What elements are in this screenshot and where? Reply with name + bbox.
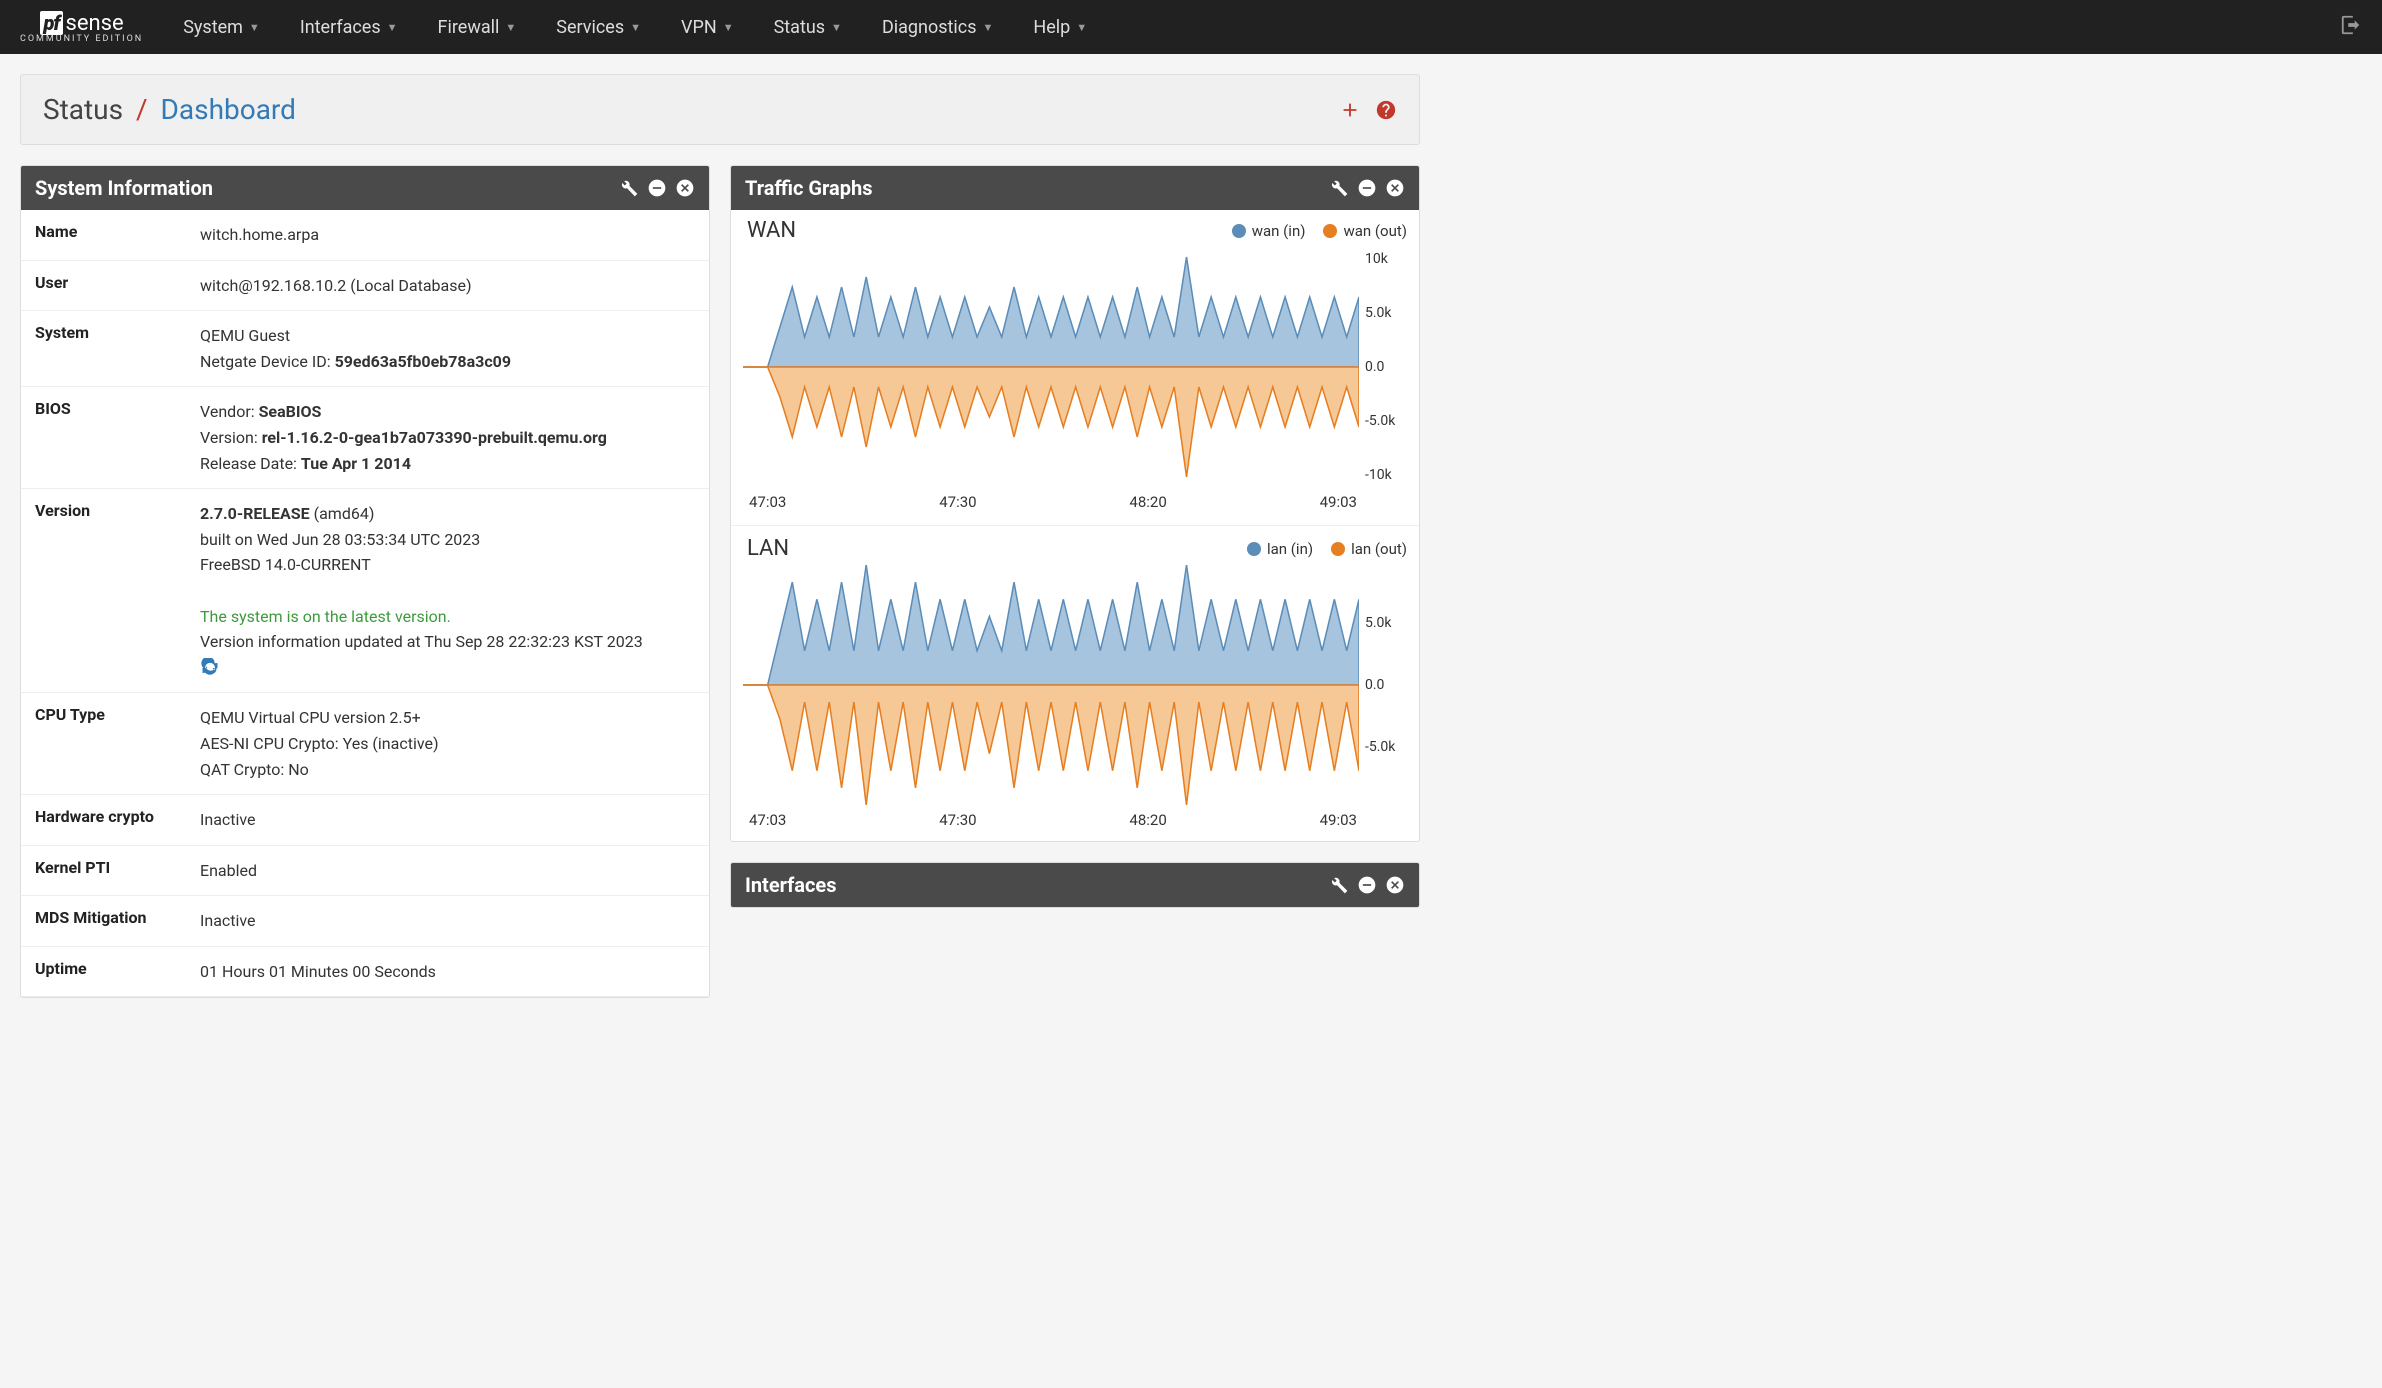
nav-items: System▼ Interfaces▼ Firewall▼ Services▼ … [183,17,2340,38]
legend-out-label: lan (out) [1351,540,1407,558]
close-icon[interactable] [675,178,695,198]
panel-title: Interfaces [745,873,837,897]
add-widget-button[interactable] [1339,99,1361,121]
caret-down-icon: ▼ [387,21,398,34]
traffic-graph-lan: LAN lan (in) lan (out) 5.0k 0.0 -5.0k [731,528,1419,841]
breadcrumb-root[interactable]: Status [43,93,123,126]
refresh-icon[interactable] [200,658,220,678]
table-row: User witch@192.168.10.2 (Local Database) [21,260,709,311]
row-label: CPU Type [21,693,186,795]
wrench-icon[interactable] [1329,875,1349,895]
logout-button[interactable] [2340,14,2362,40]
row-label: Name [21,210,186,260]
y-axis: 10k 5.0k 0.0 -5.0k -10k [1359,247,1407,487]
wan-chart [743,247,1359,487]
row-label: System [21,311,186,387]
minimize-icon[interactable] [1357,875,1377,895]
row-label: User [21,260,186,311]
system-info-table: Name witch.home.arpa User witch@192.168.… [21,210,709,997]
table-row: BIOS Vendor: SeaBIOS Version: rel-1.16.2… [21,387,709,489]
row-value: Enabled [186,845,709,896]
breadcrumb-bar: Status / Dashboard [20,74,1420,145]
table-row: Kernel PTI Enabled [21,845,709,896]
row-label: BIOS [21,387,186,489]
legend-in-label: lan (in) [1267,540,1313,558]
caret-down-icon: ▼ [723,21,734,34]
nav-help[interactable]: Help▼ [1033,17,1087,38]
row-label: MDS Mitigation [21,896,186,947]
caret-down-icon: ▼ [1076,21,1087,34]
table-row: Name witch.home.arpa [21,210,709,260]
minimize-icon[interactable] [647,178,667,198]
row-value: Vendor: SeaBIOS Version: rel-1.16.2-0-ge… [186,387,709,489]
nav-system[interactable]: System▼ [183,17,260,38]
table-row: Version 2.7.0-RELEASE (amd64) built on W… [21,489,709,693]
x-axis: 47:03 47:30 48:20 49:03 [743,805,1407,829]
nav-status[interactable]: Status▼ [774,17,842,38]
table-row: System QEMU Guest Netgate Device ID: 59e… [21,311,709,387]
panel-title: System Information [35,176,213,200]
row-value: witch@192.168.10.2 (Local Database) [186,260,709,311]
nav-diagnostics[interactable]: Diagnostics▼ [882,17,993,38]
logo-sense: sense [65,11,123,36]
breadcrumb-separator: / [136,93,148,126]
table-row: Hardware crypto Inactive [21,795,709,846]
logo[interactable]: pf sense COMMUNITY EDITION [20,11,143,44]
row-value: witch.home.arpa [186,210,709,260]
row-value: Inactive [186,795,709,846]
help-button[interactable] [1375,99,1397,121]
caret-down-icon: ▼ [983,21,994,34]
nav-services[interactable]: Services▼ [556,17,641,38]
row-label: Hardware crypto [21,795,186,846]
traffic-graphs-panel: Traffic Graphs WAN wan (in) wan (out) [730,165,1420,842]
traffic-graph-wan: WAN wan (in) wan (out) 10k 5.0k 0.0 -5.0… [731,210,1419,523]
system-information-panel: System Information Name witch.home.arpa … [20,165,710,998]
graph-name: WAN [743,218,796,243]
panel-title: Traffic Graphs [745,176,872,200]
legend-dot-out-icon [1323,224,1337,238]
row-label: Version [21,489,186,693]
row-value: QEMU Guest Netgate Device ID: 59ed63a5fb… [186,311,709,387]
y-axis: 5.0k 0.0 -5.0k [1359,565,1407,805]
close-icon[interactable] [1385,875,1405,895]
caret-down-icon: ▼ [831,21,842,34]
breadcrumb-page[interactable]: Dashboard [161,93,296,126]
nav-interfaces[interactable]: Interfaces▼ [300,17,398,38]
row-value: 01 Hours 01 Minutes 00 Seconds [186,946,709,997]
legend-dot-in-icon [1232,224,1246,238]
row-label: Uptime [21,946,186,997]
legend-dot-in-icon [1247,542,1261,556]
row-label: Kernel PTI [21,845,186,896]
caret-down-icon: ▼ [505,21,516,34]
logo-pf: pf [40,11,64,35]
version-latest-text: The system is on the latest version. [200,607,451,626]
table-row: Uptime 01 Hours 01 Minutes 00 Seconds [21,946,709,997]
table-row: MDS Mitigation Inactive [21,896,709,947]
caret-down-icon: ▼ [630,21,641,34]
breadcrumb: Status / Dashboard [43,93,296,126]
nav-vpn[interactable]: VPN▼ [681,17,734,38]
legend-dot-out-icon [1331,542,1345,556]
logo-subtitle: COMMUNITY EDITION [20,34,143,44]
close-icon[interactable] [1385,178,1405,198]
legend-out-label: wan (out) [1343,222,1407,240]
interfaces-panel: Interfaces [730,862,1420,908]
table-row: CPU Type QEMU Virtual CPU version 2.5+ A… [21,693,709,795]
row-value: 2.7.0-RELEASE (amd64) built on Wed Jun 2… [186,489,709,693]
wrench-icon[interactable] [619,178,639,198]
nav-firewall[interactable]: Firewall▼ [438,17,517,38]
graph-legend: lan (in) lan (out) [1247,540,1407,558]
minimize-icon[interactable] [1357,178,1377,198]
graph-name: LAN [743,536,789,561]
legend-in-label: wan (in) [1252,222,1306,240]
x-axis: 47:03 47:30 48:20 49:03 [743,487,1407,511]
wrench-icon[interactable] [1329,178,1349,198]
logout-icon [2340,14,2362,36]
caret-down-icon: ▼ [249,21,260,34]
row-value: Inactive [186,896,709,947]
row-value: QEMU Virtual CPU version 2.5+ AES-NI CPU… [186,693,709,795]
navbar: pf sense COMMUNITY EDITION System▼ Inter… [0,0,2382,54]
lan-chart [743,565,1359,805]
graph-legend: wan (in) wan (out) [1232,222,1407,240]
